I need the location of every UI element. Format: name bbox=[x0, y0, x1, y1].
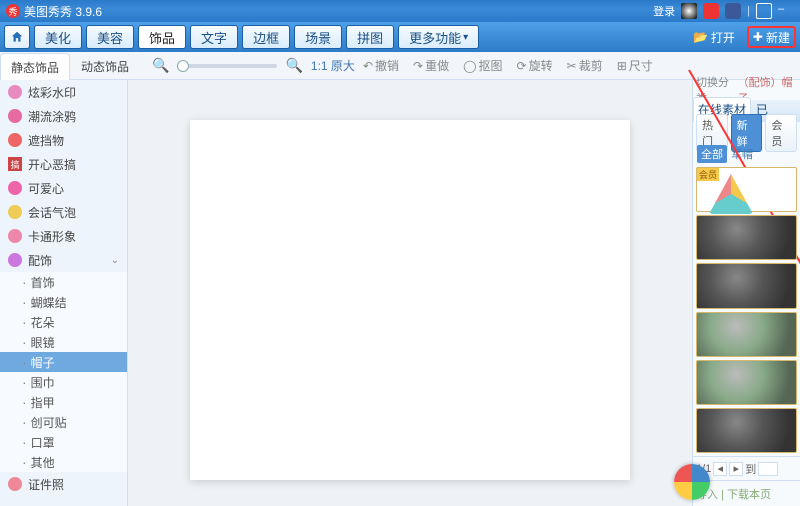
nav-tab-collage[interactable]: 拼图 bbox=[346, 25, 394, 49]
thumb-item[interactable] bbox=[696, 312, 797, 357]
zoom-slider[interactable] bbox=[177, 64, 277, 68]
titlebar-right: 登录 | – bbox=[653, 3, 794, 19]
minimize-icon[interactable]: – bbox=[778, 3, 794, 19]
rotate-button[interactable]: ⟳旋转 bbox=[517, 57, 553, 74]
sub-other[interactable]: 其他 bbox=[0, 452, 127, 472]
sub-mask[interactable]: 口罩 bbox=[0, 432, 127, 452]
subtab-static[interactable]: 静态饰品 bbox=[0, 53, 70, 80]
settings-icon[interactable] bbox=[756, 3, 772, 19]
cat-funny[interactable]: 搞开心恶搞 bbox=[0, 152, 127, 176]
app-logo-icon: 秀 bbox=[6, 4, 20, 18]
nav-tab-text[interactable]: 文字 bbox=[190, 25, 238, 49]
home-icon bbox=[10, 30, 24, 44]
assistant-icon[interactable] bbox=[674, 464, 710, 500]
sub-nail[interactable]: 指甲 bbox=[0, 392, 127, 412]
new-button[interactable]: ✚ 新建 bbox=[747, 26, 796, 48]
open-button[interactable]: 📂 打开 bbox=[687, 26, 741, 48]
right-panel: 切换分类 （配饰）帽子 在线素材 已 热门 新鲜 会员 全部 军帽 1/1 ◂ … bbox=[692, 80, 800, 506]
weibo-icon[interactable] bbox=[703, 3, 719, 19]
sub-glasses[interactable]: 眼镜 bbox=[0, 332, 127, 352]
page-to-label: 到 bbox=[745, 461, 756, 477]
main-nav: 美化 美容 饰品 文字 边框 场景 拼图 更多功能 📂 打开 ✚ 新建 bbox=[0, 22, 800, 52]
nav-tab-beautify[interactable]: 美化 bbox=[34, 25, 82, 49]
login-link[interactable]: 登录 bbox=[653, 3, 675, 19]
page-prev[interactable]: ◂ bbox=[713, 462, 727, 476]
plus-icon: ✚ bbox=[753, 30, 763, 44]
left-panel: 炫彩水印 潮流涂鸦 遮挡物 搞开心恶搞 可爱心 会话气泡 卡通形象 配饰 首饰 … bbox=[0, 80, 128, 506]
subtab-dynamic[interactable]: 动态饰品 bbox=[70, 52, 140, 79]
nav-tab-scene[interactable]: 场景 bbox=[294, 25, 342, 49]
sub-scarf[interactable]: 围巾 bbox=[0, 372, 127, 392]
nav-tab-decorations[interactable]: 饰品 bbox=[138, 25, 186, 49]
sub-bar: 静态饰品 动态饰品 🔍 🔍 1:1 原大 ↶撤销 ↷重做 ◯抠图 ⟳旋转 ✂裁剪… bbox=[0, 52, 800, 80]
share-icon[interactable] bbox=[725, 3, 741, 19]
nav-tab-frame[interactable]: 边框 bbox=[242, 25, 290, 49]
cat-graffiti[interactable]: 潮流涂鸦 bbox=[0, 104, 127, 128]
cat-cartoon[interactable]: 卡通形象 bbox=[0, 224, 127, 248]
cat-accessory[interactable]: 配饰 bbox=[0, 248, 127, 272]
sub-hat[interactable]: 帽子 bbox=[0, 352, 127, 372]
cat-all[interactable]: 全部 bbox=[697, 145, 727, 163]
thumb-item[interactable] bbox=[696, 360, 797, 405]
zoom-label[interactable]: 1:1 原大 bbox=[311, 57, 355, 74]
thumb-item[interactable] bbox=[696, 167, 797, 212]
undo-button[interactable]: ↶撤销 bbox=[363, 57, 399, 74]
page-next[interactable]: ▸ bbox=[729, 462, 743, 476]
sub-bow[interactable]: 蝴蝶结 bbox=[0, 292, 127, 312]
crop-button[interactable]: ◯抠图 bbox=[463, 57, 502, 74]
canvas-area bbox=[128, 80, 692, 506]
thumb-item[interactable] bbox=[696, 408, 797, 453]
cut-button[interactable]: ✂裁剪 bbox=[567, 57, 603, 74]
cat-watermark[interactable]: 炫彩水印 bbox=[0, 80, 127, 104]
nav-tab-more[interactable]: 更多功能 bbox=[398, 25, 479, 49]
sub-bandaid[interactable]: 创可贴 bbox=[0, 412, 127, 432]
thumb-item[interactable] bbox=[696, 263, 797, 308]
sub-jewelry[interactable]: 首饰 bbox=[0, 272, 127, 292]
page-input[interactable] bbox=[758, 462, 778, 476]
nav-tab-face[interactable]: 美容 bbox=[86, 25, 134, 49]
qq-icon[interactable] bbox=[681, 3, 697, 19]
folder-icon: 📂 bbox=[693, 30, 708, 44]
thumb-item[interactable] bbox=[696, 215, 797, 260]
cat-heart[interactable]: 可爱心 bbox=[0, 176, 127, 200]
cat-idphoto[interactable]: 证件照 bbox=[0, 472, 127, 496]
size-button[interactable]: ⊞尺寸 bbox=[617, 57, 653, 74]
cat-mask[interactable]: 遮挡物 bbox=[0, 128, 127, 152]
cat-bubble[interactable]: 会话气泡 bbox=[0, 200, 127, 224]
redo-button[interactable]: ↷重做 bbox=[413, 57, 449, 74]
thumbnail-grid bbox=[693, 164, 800, 456]
titlebar: 秀 美图秀秀 3.9.6 登录 | – bbox=[0, 0, 800, 22]
sub-list: 首饰 蝴蝶结 花朵 眼镜 帽子 围巾 指甲 创可贴 口罩 其他 bbox=[0, 272, 127, 472]
canvas-page[interactable] bbox=[190, 120, 630, 480]
sub-flower[interactable]: 花朵 bbox=[0, 312, 127, 332]
home-button[interactable] bbox=[4, 25, 30, 49]
app-title: 美图秀秀 3.9.6 bbox=[24, 3, 102, 20]
zoom-out-icon[interactable]: 🔍 bbox=[152, 57, 169, 74]
zoom-in-icon[interactable]: 🔍 bbox=[285, 57, 302, 74]
